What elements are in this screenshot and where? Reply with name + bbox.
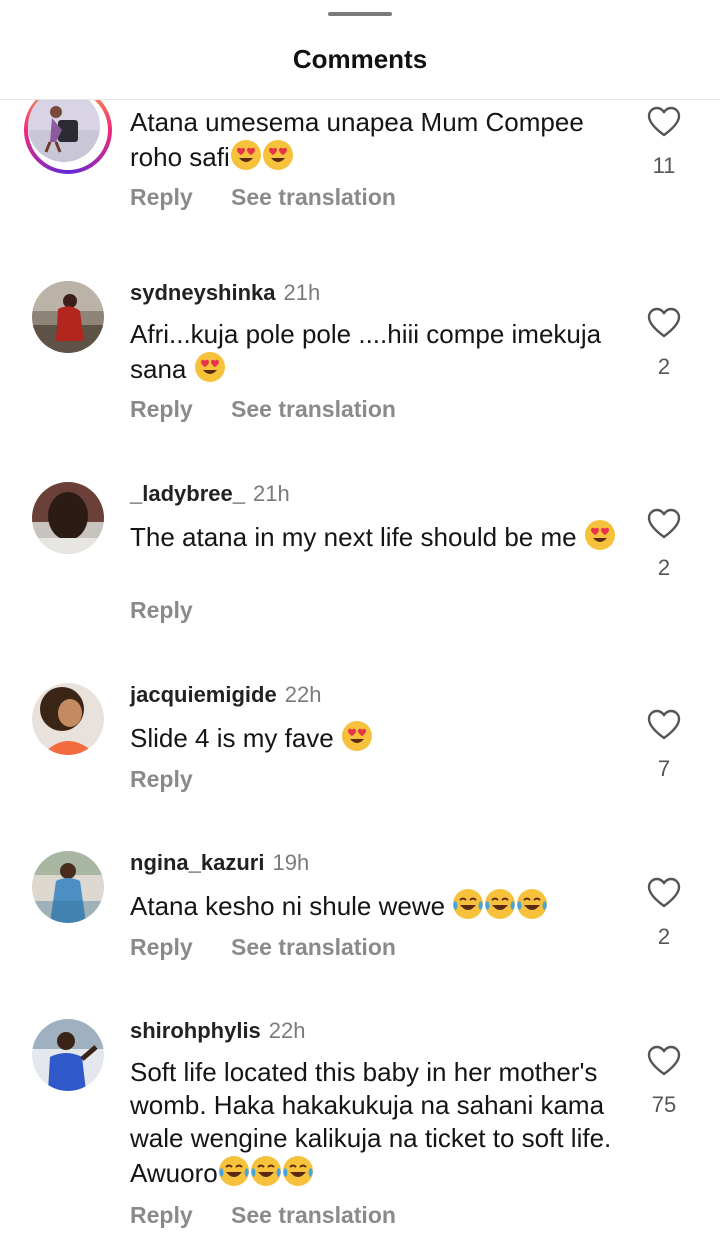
drag-handle[interactable] [328, 12, 392, 16]
like-button[interactable]: 2 [632, 877, 696, 950]
like-button[interactable]: 11 [632, 106, 696, 179]
comment-time: 21h [252, 481, 290, 506]
tears-of-joy-emoji [516, 888, 548, 920]
heart-icon[interactable] [632, 709, 696, 746]
like-count: 11 [652, 153, 676, 178]
comment-time: 19h [272, 850, 310, 875]
reply-button[interactable]: Reply [130, 766, 193, 792]
avatar[interactable] [24, 100, 112, 174]
reply-button[interactable]: Reply [130, 1202, 193, 1228]
avatar[interactable] [32, 1019, 104, 1091]
comment-text: Atana umesema unapea Mum Compee roho saf… [130, 107, 584, 172]
heart-icon[interactable] [632, 106, 696, 143]
comment-username[interactable]: jacquiemigide [130, 682, 277, 707]
comment-text: Afri...kuja pole pole ....hiii compe ime… [130, 319, 602, 384]
comments-list[interactable]: . Atana umesema unapea Mum Compee roho s… [0, 100, 720, 1243]
avatar[interactable] [32, 281, 104, 353]
tears-of-joy-emoji [282, 1155, 314, 1187]
tears-of-joy-emoji [452, 888, 484, 920]
avatar[interactable] [32, 851, 104, 923]
tears-of-joy-emoji [218, 1155, 250, 1187]
comments-sheet: Comments . Atana ume [0, 0, 720, 1243]
like-count: 2 [657, 924, 671, 949]
heart-icon[interactable] [632, 877, 696, 914]
comment-username[interactable]: _ladybree_ [130, 481, 245, 506]
see-translation-button[interactable]: See translation [231, 1202, 396, 1228]
avatar[interactable] [32, 482, 104, 554]
page-title: Comments [292, 44, 428, 74]
see-translation-button[interactable]: See translation [231, 184, 396, 210]
comment-username[interactable]: sydneyshinka [130, 280, 276, 305]
comment-text: The atana in my next life should be me [130, 519, 630, 554]
comment-text: Slide 4 is my fave [130, 720, 630, 755]
heart-eyes-emoji [262, 139, 294, 171]
like-count: 75 [651, 1092, 677, 1117]
reply-button[interactable]: Reply [130, 597, 193, 623]
like-button[interactable]: 2 [632, 307, 696, 380]
heart-eyes-emoji [341, 720, 373, 752]
tears-of-joy-emoji [484, 888, 516, 920]
heart-eyes-emoji [584, 519, 616, 551]
comment-time: 22h [268, 1018, 306, 1043]
like-button[interactable]: 7 [632, 709, 696, 782]
comment-time: 22h [284, 682, 322, 707]
heart-icon[interactable] [632, 508, 696, 545]
heart-icon[interactable] [632, 307, 696, 344]
heart-eyes-emoji [230, 139, 262, 171]
heart-eyes-emoji [194, 351, 226, 383]
like-button[interactable]: 2 [632, 508, 696, 581]
avatar[interactable] [32, 683, 104, 755]
reply-button[interactable]: Reply [130, 396, 193, 422]
reply-button[interactable]: Reply [130, 934, 193, 960]
like-button[interactable]: 75 [632, 1045, 696, 1118]
comment-text: Atana kesho ni shule wewe [130, 888, 630, 923]
tears-of-joy-emoji [250, 1155, 282, 1187]
comment-username[interactable]: shirohphylis [130, 1018, 261, 1043]
like-count: 2 [657, 555, 671, 580]
comment-username[interactable]: ngina_kazuri [130, 850, 264, 875]
comment-text: Soft life located this baby in her mothe… [130, 1057, 612, 1188]
heart-icon[interactable] [632, 1045, 696, 1082]
reply-button[interactable]: Reply [130, 184, 193, 210]
like-count: 2 [657, 354, 671, 379]
like-count: 7 [657, 756, 671, 781]
see-translation-button[interactable]: See translation [231, 934, 396, 960]
comment-time: 21h [283, 280, 321, 305]
see-translation-button[interactable]: See translation [231, 396, 396, 422]
